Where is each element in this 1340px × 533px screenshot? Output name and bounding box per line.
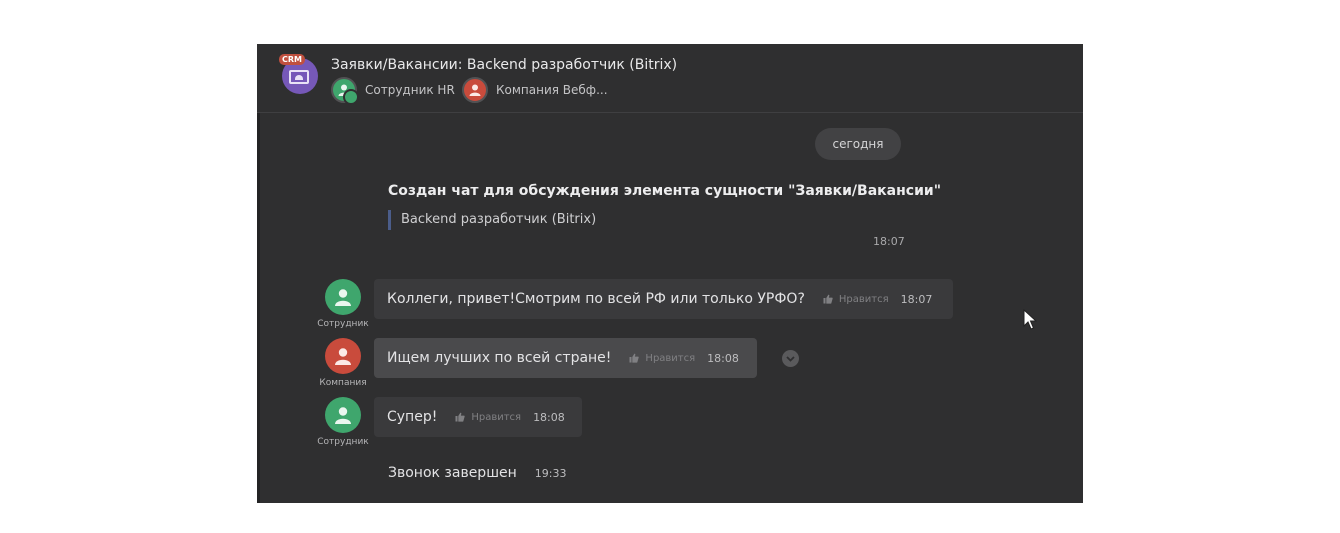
member-company[interactable]: Компания Вебф... (462, 76, 608, 104)
member-name: Сотрудник HR (365, 83, 455, 97)
thumbs-up-icon (629, 353, 640, 363)
mouse-cursor-icon (1023, 309, 1037, 330)
avatar[interactable] (325, 338, 361, 374)
crm-badge: CRM (279, 54, 305, 65)
system-message-quote[interactable]: Backend разработчик (Bitrix) (388, 210, 596, 230)
avatar[interactable] (325, 397, 361, 433)
message-bubble[interactable]: Супер! Нравится 18:08 (374, 397, 582, 437)
message-time: 18:07 (900, 292, 933, 306)
author-label: Сотрудник (317, 319, 369, 329)
message-time: 18:08 (533, 410, 565, 424)
call-event: Звонок завершен 19:33 (388, 465, 566, 481)
author-label: Сотрудник (317, 437, 369, 447)
date-divider: сегодня (815, 128, 901, 160)
member-hr[interactable]: Сотрудник HR (331, 76, 455, 105)
chevron-down-icon[interactable] (782, 350, 799, 367)
thumbs-up-icon (823, 294, 833, 304)
person-icon (335, 348, 351, 365)
message-text: Ищем лучших по всей стране! (387, 350, 612, 366)
call-text: Звонок завершен (388, 465, 517, 481)
message-bubble[interactable]: Коллеги, привет!Смотрим по всей РФ или т… (374, 279, 953, 319)
person-icon (331, 77, 359, 105)
like-label: Нравится (838, 293, 889, 305)
message-row: Сотрудник Супер! Нравится 18:08 (257, 397, 1083, 453)
message-text: Коллеги, привет!Смотрим по всей РФ или т… (387, 291, 805, 307)
person-icon (335, 289, 351, 306)
message-text: Супер! (387, 409, 438, 425)
member-name: Компания Вебф... (496, 83, 608, 97)
message-bubble[interactable]: Ищем лучших по всей стране! Нравится 18:… (374, 338, 757, 378)
person-icon (462, 77, 488, 103)
chat-title[interactable]: Заявки/Вакансии: Backend разработчик (Bi… (331, 57, 677, 73)
chat-header: CRM Заявки/Вакансии: Backend разработчик… (257, 44, 1083, 113)
like-label: Нравится (645, 352, 696, 364)
thumbs-up-icon (455, 412, 466, 422)
avatar[interactable] (325, 279, 361, 315)
system-message-title: Создан чат для обсуждения элемента сущно… (388, 183, 941, 199)
call-time: 19:33 (534, 467, 567, 480)
message-row: Компания Ищем лучших по всей стране! Нра… (257, 338, 1083, 394)
chat-window: CRM Заявки/Вакансии: Backend разработчик… (257, 44, 1083, 503)
author-label: Компания (319, 378, 367, 388)
like-label: Нравится (471, 411, 522, 423)
message-time: 18:08 (707, 351, 739, 365)
system-message-time: 18:07 (873, 235, 905, 248)
like-button[interactable]: Нравится (823, 294, 889, 305)
like-button[interactable]: Нравится (629, 353, 695, 364)
like-button[interactable]: Нравится (455, 412, 521, 423)
person-icon (335, 407, 351, 424)
message-row: Сотрудник Коллеги, привет!Смотрим по все… (257, 279, 1083, 335)
